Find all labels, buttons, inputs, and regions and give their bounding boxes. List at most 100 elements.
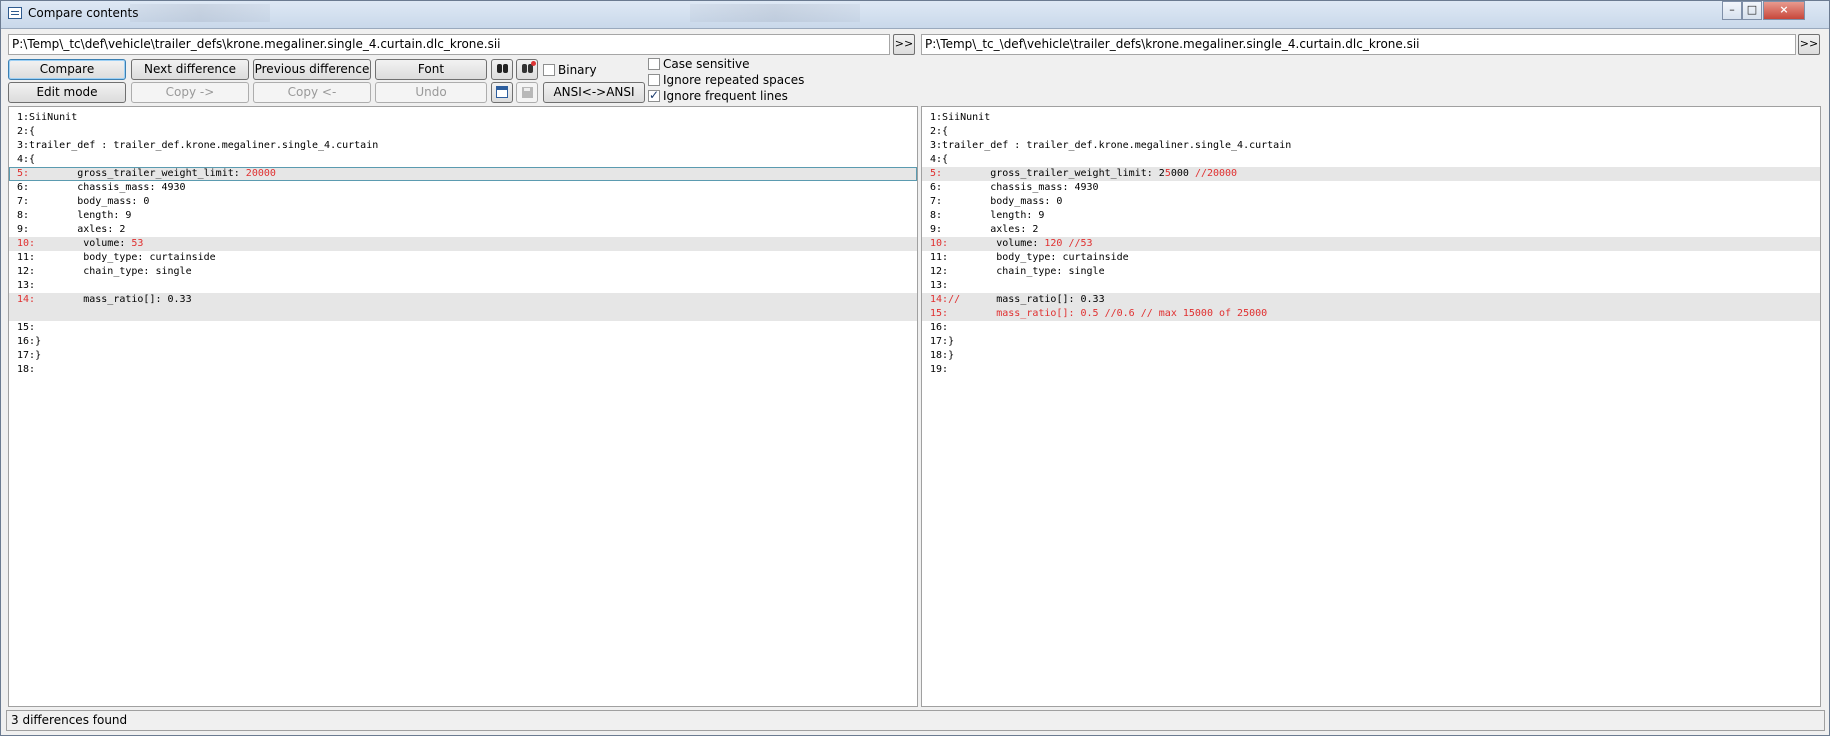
code-line[interactable]: 3:trailer_def : trailer_def.krone.megali… bbox=[9, 139, 917, 153]
previous-difference-button[interactable]: Previous difference bbox=[253, 59, 371, 80]
right-browse-button[interactable]: >> bbox=[1798, 34, 1820, 55]
code-line[interactable]: 7: body_mass: 0 bbox=[922, 195, 1820, 209]
line-text: // bbox=[948, 294, 961, 305]
line-number: 3: bbox=[17, 140, 30, 151]
line-number: 18: bbox=[930, 350, 949, 361]
case-sensitive-checkbox[interactable] bbox=[648, 58, 660, 70]
code-line[interactable]: 1:SiiNunit bbox=[9, 111, 917, 125]
code-line[interactable]: 10: volume: 53 bbox=[9, 237, 917, 251]
line-number: 15: bbox=[930, 308, 949, 319]
code-line[interactable]: 18:} bbox=[922, 349, 1820, 363]
ignore-frequent-checkbox[interactable] bbox=[648, 88, 660, 102]
left-browse-button[interactable]: >> bbox=[893, 34, 915, 55]
line-number: 1: bbox=[930, 112, 943, 123]
line-number: 3: bbox=[930, 140, 943, 151]
code-line[interactable]: 14:// mass_ratio[]: 0.33 bbox=[922, 293, 1820, 307]
line-number: 18: bbox=[17, 364, 36, 375]
code-line[interactable]: 9: axles: 2 bbox=[9, 223, 917, 237]
code-line[interactable]: 12: chain_type: single bbox=[922, 265, 1820, 279]
code-line[interactable]: 5: gross_trailer_weight_limit: 25000 //2… bbox=[922, 167, 1820, 181]
line-text: 53 bbox=[131, 238, 144, 249]
code-line[interactable]: 15: bbox=[9, 321, 917, 335]
line-number: 5: bbox=[17, 168, 30, 179]
code-line[interactable]: 1:SiiNunit bbox=[922, 111, 1820, 125]
code-line[interactable]: 8: length: 9 bbox=[922, 209, 1820, 223]
line-number: 8: bbox=[17, 210, 30, 221]
line-number: 6: bbox=[17, 182, 30, 193]
code-line[interactable]: 10: volume: 120 //53 bbox=[922, 237, 1820, 251]
compare-app-icon bbox=[8, 7, 22, 19]
line-text: body_mass: 0 bbox=[942, 196, 1063, 207]
line-number: 12: bbox=[17, 266, 36, 277]
code-line[interactable]: 16:} bbox=[9, 335, 917, 349]
right-pane[interactable]: 1:SiiNunit 2:{3:trailer_def : trailer_def… bbox=[921, 106, 1821, 707]
toolbar: P:\Temp\_tc\def\vehicle\trailer_defs\kro… bbox=[0, 30, 1830, 108]
line-text: } bbox=[948, 336, 955, 347]
code-line[interactable]: 2:{ bbox=[9, 125, 917, 139]
line-text: { bbox=[942, 126, 949, 137]
code-line[interactable]: 11: body_type: curtainside bbox=[9, 251, 917, 265]
code-line[interactable]: 18: bbox=[9, 363, 917, 377]
line-text: gross_trailer_weight_limit: bbox=[29, 168, 246, 179]
ignore-frequent-option[interactable]: Ignore frequent lines bbox=[648, 88, 788, 105]
undo-button[interactable]: Undo bbox=[375, 82, 487, 103]
code-line[interactable]: 14: mass_ratio[]: 0.33 bbox=[9, 293, 917, 307]
next-difference-button[interactable]: Next difference bbox=[131, 59, 249, 80]
edit-mode-button[interactable]: Edit mode bbox=[8, 82, 126, 103]
line-text: { bbox=[29, 154, 36, 165]
line-text: SiiNunit bbox=[942, 112, 991, 123]
code-line[interactable] bbox=[9, 307, 917, 321]
code-line[interactable]: 5: gross_trailer_weight_limit: 20000 bbox=[9, 167, 917, 181]
code-line[interactable]: 4:{ bbox=[9, 153, 917, 167]
code-line[interactable]: 4:{ bbox=[922, 153, 1820, 167]
code-line[interactable]: 6: chassis_mass: 4930 bbox=[9, 181, 917, 195]
line-number: 2: bbox=[930, 126, 943, 137]
line-number: 16: bbox=[17, 336, 36, 347]
code-line[interactable]: 2:{ bbox=[922, 125, 1820, 139]
find-next-button[interactable] bbox=[516, 59, 538, 80]
line-text: chassis_mass: 4930 bbox=[942, 182, 1099, 193]
line-number: 6: bbox=[930, 182, 943, 193]
code-line[interactable]: 16: bbox=[922, 321, 1820, 335]
window-button[interactable] bbox=[491, 82, 513, 103]
line-text: chassis_mass: 4930 bbox=[29, 182, 186, 193]
code-line[interactable]: 6: chassis_mass: 4930 bbox=[922, 181, 1820, 195]
right-path-input[interactable]: P:\Temp\_tc_\def\vehicle\trailer_defs\kr… bbox=[921, 34, 1796, 55]
code-line[interactable]: 3:trailer_def : trailer_def.krone.megali… bbox=[922, 139, 1820, 153]
line-number: 10: bbox=[17, 238, 36, 249]
line-text: } bbox=[948, 350, 955, 361]
code-line[interactable]: 17:} bbox=[9, 349, 917, 363]
code-line[interactable]: 11: body_type: curtainside bbox=[922, 251, 1820, 265]
compare-button[interactable]: Compare bbox=[8, 59, 126, 80]
font-button[interactable]: Font bbox=[375, 59, 487, 80]
code-line[interactable]: 15: mass_ratio[]: 0.5 //0.6 // max 15000… bbox=[922, 307, 1820, 321]
code-line[interactable]: 19: bbox=[922, 363, 1820, 377]
binary-checkbox[interactable] bbox=[543, 64, 555, 76]
ansi-button[interactable]: ANSI<->ANSI bbox=[543, 82, 645, 103]
copy-left-button[interactable]: Copy <- bbox=[253, 82, 371, 103]
code-line[interactable]: 8: length: 9 bbox=[9, 209, 917, 223]
line-text: chain_type: single bbox=[35, 266, 192, 277]
binary-option[interactable]: Binary bbox=[543, 63, 597, 79]
line-text: length: 9 bbox=[942, 210, 1045, 221]
line-number: 15: bbox=[17, 322, 36, 333]
minimize-button[interactable]: – bbox=[1722, 1, 1742, 20]
line-text: axles: 2 bbox=[29, 224, 126, 235]
find-button[interactable] bbox=[491, 59, 513, 80]
code-line[interactable]: 9: axles: 2 bbox=[922, 223, 1820, 237]
code-line[interactable]: 13: bbox=[922, 279, 1820, 293]
maximize-button[interactable]: □ bbox=[1742, 1, 1762, 20]
line-number: 14: bbox=[17, 294, 36, 305]
code-line[interactable]: 7: body_mass: 0 bbox=[9, 195, 917, 209]
left-pane[interactable]: 1:SiiNunit 2:{3:trailer_def : trailer_def… bbox=[8, 106, 918, 707]
code-line[interactable]: 12: chain_type: single bbox=[9, 265, 917, 279]
copy-right-button[interactable]: Copy -> bbox=[131, 82, 249, 103]
left-path-input[interactable]: P:\Temp\_tc\def\vehicle\trailer_defs\kro… bbox=[8, 34, 890, 55]
save-button[interactable] bbox=[516, 82, 538, 103]
code-line[interactable]: 17:} bbox=[922, 335, 1820, 349]
case-sensitive-option[interactable]: Case sensitive bbox=[648, 57, 750, 73]
ignore-spaces-option[interactable]: Ignore repeated spaces bbox=[648, 73, 804, 89]
close-button[interactable]: × bbox=[1763, 1, 1805, 20]
code-line[interactable]: 13: bbox=[9, 279, 917, 293]
ignore-spaces-checkbox[interactable] bbox=[648, 74, 660, 86]
